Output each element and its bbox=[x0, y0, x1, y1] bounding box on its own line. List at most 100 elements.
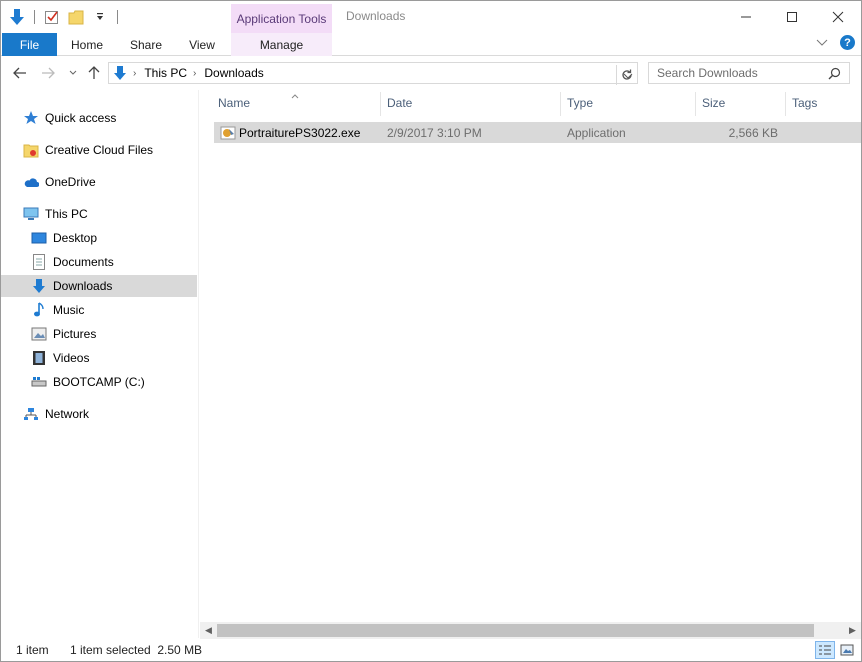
tab-home[interactable]: Home bbox=[61, 33, 113, 56]
ribbon-tab-bar: File Home Share View Manage ? bbox=[1, 33, 861, 56]
breadcrumb-chevron-icon[interactable]: › bbox=[133, 68, 136, 79]
breadcrumb-downloads[interactable]: Downloads bbox=[204, 66, 263, 80]
nav-item-label: Network bbox=[45, 407, 90, 421]
quick-access-toolbar bbox=[7, 6, 121, 28]
document-icon bbox=[31, 254, 47, 270]
drive-icon bbox=[31, 374, 47, 390]
nav-item-label: Downloads bbox=[53, 279, 113, 293]
nav-item-label: BOOTCAMP (C:) bbox=[53, 375, 145, 389]
scroll-left-arrow-icon[interactable]: ◀ bbox=[200, 622, 217, 639]
nav-item-label: Videos bbox=[53, 351, 90, 365]
download-arrow-icon bbox=[31, 278, 47, 294]
nav-item-pictures[interactable]: Pictures bbox=[31, 323, 197, 345]
nav-item-bootcamp-drive[interactable]: BOOTCAMP (C:) bbox=[31, 371, 197, 393]
download-arrow-icon bbox=[7, 7, 27, 27]
nav-item-creative-cloud-files[interactable]: Creative Cloud Files bbox=[23, 139, 197, 161]
close-icon bbox=[832, 11, 844, 23]
column-header-date[interactable]: Date bbox=[381, 90, 559, 116]
nav-item-documents[interactable]: Documents bbox=[31, 251, 197, 273]
maximize-button[interactable] bbox=[769, 1, 815, 33]
selection-info: 1 item selected 2.50 MB bbox=[70, 643, 203, 657]
nav-item-quick-access[interactable]: Quick access bbox=[23, 107, 197, 129]
nav-item-music[interactable]: Music bbox=[31, 299, 197, 321]
nav-item-onedrive[interactable]: OneDrive bbox=[23, 171, 197, 193]
search-input[interactable] bbox=[657, 66, 827, 80]
tab-manage[interactable]: Manage bbox=[231, 33, 332, 56]
search-icon[interactable] bbox=[828, 67, 841, 83]
nav-item-label: Creative Cloud Files bbox=[45, 143, 154, 157]
minimize-button[interactable] bbox=[723, 1, 769, 33]
breadcrumb-chevron-icon[interactable]: › bbox=[193, 68, 196, 79]
column-header-tags[interactable]: Tags bbox=[786, 90, 861, 116]
file-list: Name Date Type Size Tags PortraiturePS30… bbox=[200, 90, 861, 622]
large-icons-view-icon bbox=[840, 644, 854, 656]
star-icon bbox=[23, 110, 39, 126]
forward-arrow-icon bbox=[42, 67, 55, 79]
refresh-icon bbox=[621, 69, 632, 80]
ribbon-controls: ? bbox=[816, 35, 855, 50]
details-view-icon bbox=[819, 645, 831, 655]
creative-cloud-folder-icon bbox=[23, 142, 39, 158]
computer-icon bbox=[23, 206, 39, 222]
nav-item-label: Desktop bbox=[53, 231, 98, 245]
nav-item-label: Pictures bbox=[53, 327, 97, 341]
nav-item-this-pc[interactable]: This PC bbox=[23, 203, 197, 225]
nav-item-label: Documents bbox=[53, 255, 114, 269]
file-name[interactable]: PortraiturePS3022.exe bbox=[239, 122, 360, 143]
column-header-type[interactable]: Type bbox=[561, 90, 694, 116]
explorer-window: Application Tools Downloads File Home Sh… bbox=[0, 0, 862, 662]
nav-item-videos[interactable]: Videos bbox=[31, 347, 197, 369]
up-button[interactable] bbox=[85, 64, 103, 82]
back-button[interactable] bbox=[11, 64, 29, 82]
application-exe-icon bbox=[220, 122, 236, 143]
scroll-right-arrow-icon[interactable]: ▶ bbox=[844, 622, 861, 639]
view-switcher bbox=[815, 641, 857, 659]
tab-share[interactable]: Share bbox=[121, 33, 171, 56]
column-header-name[interactable]: Name bbox=[212, 90, 380, 116]
status-bar: 1 item 1 item selected 2.50 MB bbox=[1, 639, 861, 661]
column-header-size[interactable]: Size bbox=[696, 90, 785, 116]
expand-ribbon-chevron-icon[interactable] bbox=[816, 36, 828, 50]
chevron-down-icon bbox=[69, 70, 77, 75]
title-bar: Application Tools Downloads bbox=[1, 1, 861, 33]
toolbar-divider bbox=[117, 10, 118, 24]
network-icon bbox=[23, 406, 39, 422]
nav-item-label: This PC bbox=[45, 207, 88, 221]
file-type: Application bbox=[567, 125, 626, 140]
maximize-icon bbox=[787, 12, 797, 22]
file-size: 2,566 KB bbox=[728, 125, 778, 140]
customize-toolbar-chevron-icon[interactable] bbox=[90, 7, 110, 27]
help-icon[interactable]: ? bbox=[840, 35, 855, 50]
picture-icon bbox=[31, 326, 47, 342]
search-box[interactable] bbox=[648, 62, 850, 84]
address-row: › This PC › Downloads bbox=[1, 56, 861, 90]
details-view-button[interactable] bbox=[815, 641, 835, 659]
forward-button[interactable] bbox=[39, 64, 57, 82]
minimize-icon bbox=[741, 16, 751, 18]
nav-item-downloads[interactable]: Downloads bbox=[1, 275, 197, 297]
new-folder-icon[interactable] bbox=[66, 7, 86, 27]
nav-item-desktop[interactable]: Desktop bbox=[31, 227, 197, 249]
application-tools-context-header: Application Tools bbox=[231, 4, 332, 33]
properties-icon[interactable] bbox=[42, 7, 62, 27]
breadcrumb-this-pc[interactable]: This PC bbox=[144, 66, 187, 80]
toolbar-divider bbox=[34, 10, 35, 24]
window-title: Downloads bbox=[346, 9, 406, 23]
refresh-button[interactable] bbox=[616, 65, 636, 85]
music-note-icon bbox=[31, 302, 47, 318]
item-count: 1 item bbox=[16, 643, 49, 657]
scrollbar-thumb[interactable] bbox=[217, 624, 814, 637]
download-arrow-icon bbox=[113, 65, 127, 81]
up-arrow-icon bbox=[88, 66, 100, 79]
tab-file[interactable]: File bbox=[2, 33, 57, 56]
large-icons-view-button[interactable] bbox=[837, 641, 857, 659]
horizontal-scrollbar[interactable]: ◀ ▶ bbox=[200, 622, 861, 639]
nav-item-network[interactable]: Network bbox=[23, 403, 197, 425]
close-button[interactable] bbox=[815, 1, 861, 33]
film-icon bbox=[31, 350, 47, 366]
tab-view[interactable]: View bbox=[179, 33, 225, 56]
recent-locations-button[interactable] bbox=[64, 64, 82, 82]
cloud-icon bbox=[23, 174, 39, 190]
address-bar[interactable]: › This PC › Downloads bbox=[108, 62, 638, 84]
file-row[interactable]: PortraiturePS3022.exe 2/9/2017 3:10 PM A… bbox=[214, 122, 861, 143]
